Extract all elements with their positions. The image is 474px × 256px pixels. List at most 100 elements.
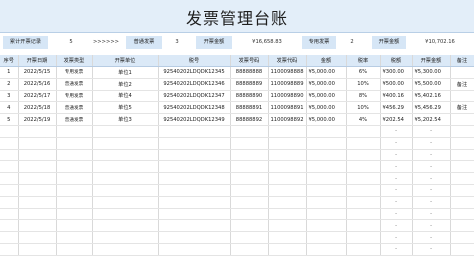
- cell-type[interactable]: [56, 231, 93, 244]
- cell-amount[interactable]: [306, 184, 347, 197]
- cell-no[interactable]: 1: [0, 66, 19, 79]
- cell-total[interactable]: ¥5,300.00: [412, 66, 451, 79]
- cell-no[interactable]: [0, 219, 19, 233]
- cell-type[interactable]: 普通发票: [56, 78, 93, 91]
- cell-date[interactable]: [18, 196, 57, 209]
- cell-tax-id[interactable]: [158, 208, 231, 221]
- cell-note[interactable]: [450, 125, 474, 138]
- cell-date[interactable]: 2022/5/19: [18, 113, 57, 126]
- cell-unit[interactable]: [92, 219, 159, 233]
- cell-tax-id[interactable]: [158, 172, 231, 185]
- cell-total[interactable]: -: [412, 208, 451, 221]
- cell-tax-id[interactable]: 92540202LDQDK12348: [158, 101, 231, 115]
- cell-rate[interactable]: 6%: [346, 66, 381, 79]
- cell-no[interactable]: [0, 137, 19, 150]
- cell-date[interactable]: 2022/5/16: [18, 78, 57, 91]
- cell-invoice-no[interactable]: [230, 149, 269, 162]
- cell-unit[interactable]: [92, 172, 159, 185]
- cell-no[interactable]: 4: [0, 101, 19, 115]
- cell-type[interactable]: [56, 172, 93, 185]
- cell-type[interactable]: [56, 160, 93, 174]
- cell-invoice-no[interactable]: [230, 125, 269, 138]
- cell-rate[interactable]: [346, 243, 381, 256]
- col-header-no[interactable]: 序号: [0, 55, 19, 67]
- cell-total[interactable]: -: [412, 184, 451, 197]
- cell-no[interactable]: 5: [0, 113, 19, 126]
- col-header-rate[interactable]: 税率: [346, 55, 381, 67]
- cell-date[interactable]: 2022/5/15: [18, 66, 57, 79]
- cell-tax-id[interactable]: [158, 219, 231, 233]
- cell-amount[interactable]: [306, 160, 347, 174]
- cell-note[interactable]: [450, 172, 474, 185]
- cell-amount[interactable]: ¥5,000.00: [306, 78, 347, 91]
- cell-rate[interactable]: [346, 125, 381, 138]
- empty-row[interactable]: --: [0, 149, 474, 162]
- cell-unit[interactable]: [92, 184, 159, 197]
- cell-note[interactable]: [450, 184, 474, 197]
- cell-type[interactable]: 普通发票: [56, 113, 93, 126]
- empty-row[interactable]: --: [0, 172, 474, 185]
- cell-amount[interactable]: [306, 137, 347, 150]
- cell-unit[interactable]: [92, 231, 159, 244]
- cell-total[interactable]: -: [412, 231, 451, 244]
- cell-unit[interactable]: [92, 160, 159, 174]
- cell-invoice-no[interactable]: [230, 208, 269, 221]
- cell-invoice-no[interactable]: 88888892: [230, 113, 269, 126]
- cell-invoice-code[interactable]: [268, 125, 307, 138]
- cell-unit[interactable]: 单位3: [92, 113, 159, 126]
- cell-tax[interactable]: -: [380, 208, 413, 221]
- cell-tax[interactable]: -: [380, 219, 413, 233]
- normal-invoice-value[interactable]: 3: [162, 36, 192, 49]
- cell-amount[interactable]: ¥5,000.00: [306, 101, 347, 115]
- cell-invoice-code[interactable]: [268, 184, 307, 197]
- cell-note[interactable]: [450, 113, 474, 126]
- cell-note[interactable]: [450, 137, 474, 150]
- cell-rate[interactable]: [346, 137, 381, 150]
- cell-total[interactable]: -: [412, 172, 451, 185]
- cell-no[interactable]: [0, 125, 19, 138]
- cell-date[interactable]: [18, 137, 57, 150]
- cell-amount[interactable]: [306, 208, 347, 221]
- col-header-tax[interactable]: 税额: [380, 55, 413, 67]
- cell-no[interactable]: [0, 231, 19, 244]
- empty-row[interactable]: --: [0, 243, 474, 256]
- cell-date[interactable]: [18, 219, 57, 233]
- empty-row[interactable]: --: [0, 208, 474, 221]
- cell-type[interactable]: [56, 125, 93, 138]
- col-header-date[interactable]: 开票日期: [18, 55, 57, 67]
- cell-tax[interactable]: ¥202.54: [380, 113, 413, 126]
- cell-date[interactable]: 2022/5/17: [18, 90, 57, 103]
- cell-unit[interactable]: [92, 208, 159, 221]
- cell-type[interactable]: [56, 243, 93, 256]
- cell-amount[interactable]: ¥5,000.00: [306, 66, 347, 79]
- cell-amount[interactable]: [306, 125, 347, 138]
- cell-tax-id[interactable]: [158, 231, 231, 244]
- cell-invoice-code[interactable]: [268, 208, 307, 221]
- cell-no[interactable]: [0, 149, 19, 162]
- cell-invoice-code[interactable]: 1100098892: [268, 113, 307, 126]
- cell-tax[interactable]: ¥300.00: [380, 66, 413, 79]
- cell-type[interactable]: [56, 208, 93, 221]
- cell-tax-id[interactable]: 92540202LDQDK12347: [158, 90, 231, 103]
- cell-note[interactable]: 备注: [450, 78, 474, 91]
- cell-tax-id[interactable]: [158, 184, 231, 197]
- cell-invoice-no[interactable]: 88888888: [230, 66, 269, 79]
- cell-tax[interactable]: ¥456.29: [380, 101, 413, 115]
- cell-invoice-code[interactable]: [268, 231, 307, 244]
- cell-rate[interactable]: 4%: [346, 113, 381, 126]
- table-row[interactable]: 4 2022/5/18 普通发票 单位5 92540202LDQDK12348 88888…: [0, 101, 474, 115]
- cell-note[interactable]: [450, 243, 474, 256]
- cell-tax[interactable]: -: [380, 137, 413, 150]
- cell-total[interactable]: -: [412, 219, 451, 233]
- cell-tax-id[interactable]: [158, 160, 231, 174]
- cell-invoice-no[interactable]: [230, 196, 269, 209]
- cell-tax[interactable]: -: [380, 149, 413, 162]
- cell-note[interactable]: [450, 90, 474, 103]
- cell-unit[interactable]: 单位2: [92, 78, 159, 91]
- cell-type[interactable]: [56, 219, 93, 233]
- cell-tax[interactable]: -: [380, 172, 413, 185]
- cell-date[interactable]: [18, 231, 57, 244]
- col-header-total[interactable]: 开票金额: [412, 55, 451, 67]
- cell-invoice-code[interactable]: [268, 243, 307, 256]
- cell-invoice-code[interactable]: 1100098890: [268, 90, 307, 103]
